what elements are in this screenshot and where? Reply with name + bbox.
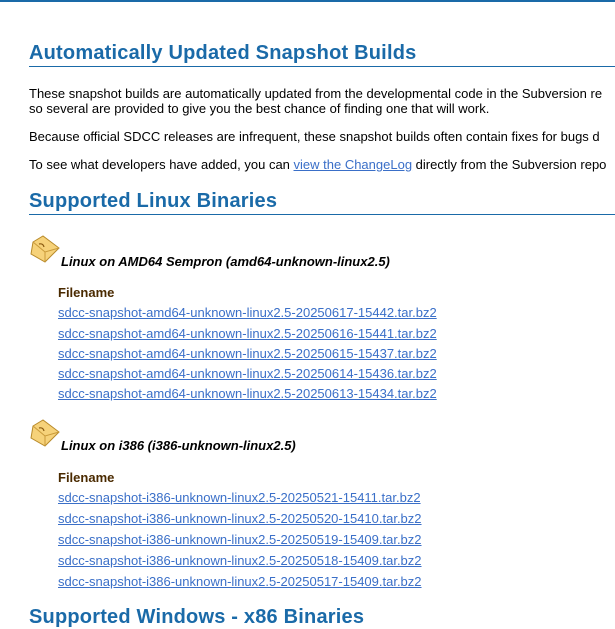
file-link[interactable]: sdcc-snapshot-amd64-unknown-linux2.5-202… <box>58 346 437 366</box>
changelog-link[interactable]: view the ChangeLog <box>294 157 413 172</box>
linux-heading: Supported Linux Binaries <box>29 190 278 212</box>
package-icon <box>29 418 61 450</box>
changelog-text-after: directly from the Subversion repo <box>412 157 607 172</box>
i386-file-list: Filename sdcc-snapshot-i386-unknown-linu… <box>58 470 422 595</box>
snapshot-heading: Automatically Updated Snapshot Builds <box>29 42 417 64</box>
snapshot-intro-line1: These snapshot builds are automatically … <box>29 86 603 101</box>
changelog-text-before: To see what developers have added, you c… <box>29 157 294 172</box>
file-link[interactable]: sdcc-snapshot-amd64-unknown-linux2.5-202… <box>58 305 437 326</box>
filename-column-header: Filename <box>58 285 115 300</box>
changelog-paragraph: To see what developers have added, you c… <box>29 157 606 172</box>
filename-column-header: Filename <box>58 470 115 485</box>
file-link[interactable]: sdcc-snapshot-i386-unknown-linux2.5-2025… <box>58 574 422 595</box>
amd64-section-label: Linux on AMD64 Sempron (amd64-unknown-li… <box>61 254 390 269</box>
file-link[interactable]: sdcc-snapshot-amd64-unknown-linux2.5-202… <box>58 366 437 386</box>
amd64-file-list: Filename sdcc-snapshot-amd64-unknown-lin… <box>58 285 437 406</box>
file-link[interactable]: sdcc-snapshot-amd64-unknown-linux2.5-202… <box>58 326 437 346</box>
snapshot-releases-text: Because official SDCC releases are infre… <box>29 129 600 144</box>
snapshot-intro-line2: so several are provided to give you the … <box>29 101 490 116</box>
file-link[interactable]: sdcc-snapshot-i386-unknown-linux2.5-2025… <box>58 532 422 553</box>
top-border <box>0 0 615 2</box>
file-link[interactable]: sdcc-snapshot-i386-unknown-linux2.5-2025… <box>58 490 422 511</box>
file-link[interactable]: sdcc-snapshot-i386-unknown-linux2.5-2025… <box>58 511 422 532</box>
heading-rule <box>29 66 615 67</box>
i386-section-label: Linux on i386 (i386-unknown-linux2.5) <box>61 438 296 453</box>
heading-rule <box>29 214 615 215</box>
file-link[interactable]: sdcc-snapshot-amd64-unknown-linux2.5-202… <box>58 386 437 406</box>
package-icon <box>29 234 61 266</box>
file-link[interactable]: sdcc-snapshot-i386-unknown-linux2.5-2025… <box>58 553 422 574</box>
windows-heading: Supported Windows - x86 Binaries <box>29 606 365 628</box>
